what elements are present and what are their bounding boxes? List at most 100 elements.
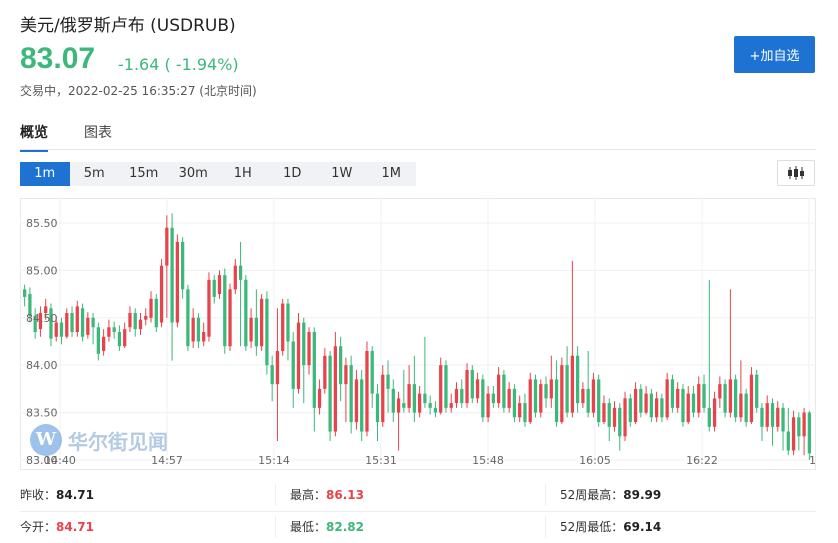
candle [175,234,179,328]
tab-chart[interactable]: 图表 [84,122,112,142]
candle [475,372,480,404]
candle-body [781,407,785,432]
period-30m[interactable]: 30m [169,162,219,186]
candle [191,308,195,349]
candle-body [354,379,359,423]
candle-body [681,388,685,423]
candle [170,213,174,361]
candle-body [317,388,322,408]
period-1h[interactable]: 1H [218,162,268,186]
candle-body [175,241,179,323]
candle-body [70,313,74,332]
candle [423,336,427,408]
candle [518,395,522,423]
current-price: 83.07 [20,42,96,75]
candle-body [655,398,659,418]
candle [744,388,748,427]
y-tick-label: 85.00 [26,264,58,277]
x-tick-label: 16:22 [686,454,718,467]
candle [107,319,111,342]
candle [354,369,359,430]
candle [212,275,216,304]
candle [649,388,653,423]
candle-body [497,374,501,404]
candle [217,270,222,299]
add-watchlist-button[interactable]: +加自选 [734,36,815,73]
candle [244,275,248,351]
candle [286,298,290,361]
period-1w[interactable]: 1W [317,162,367,186]
candle-body [723,384,727,413]
candle-body [649,393,653,418]
candle-body [586,388,590,413]
candle [333,332,337,437]
candle-body [576,355,580,404]
tab-overview[interactable]: 概览 [20,122,48,152]
candle [712,391,717,432]
candle-body [396,398,401,413]
candle-body [718,384,722,399]
candle-body [749,374,754,423]
candle-body [107,327,111,337]
candle-body [186,289,190,347]
candle-body [623,398,627,437]
candle [86,312,90,339]
candle [75,300,79,337]
stat-open: 今开：84.71 [20,520,94,534]
trade-status: 交易中，2022-02-25 16:35:27 (北京时间) [20,84,257,98]
candle-body [791,417,796,451]
period-15m[interactable]: 15m [119,162,169,186]
candle [396,391,401,451]
candle [523,393,527,427]
candle-body [475,379,480,399]
candle-body [533,379,538,413]
candle-body [149,298,153,318]
candle [439,357,443,415]
candle [776,401,780,432]
candle [655,391,659,423]
candle-body [96,327,100,354]
candle [676,382,680,413]
candle-body [528,379,532,423]
period-1mo[interactable]: 1M [367,162,417,186]
candle [755,369,759,413]
candle-body [291,341,295,389]
candle [497,367,501,408]
candle-body [639,388,643,413]
candle-body [59,322,64,337]
period-1m[interactable]: 1m [20,162,70,186]
candle [633,382,638,424]
candle [407,365,411,413]
candle [70,306,74,337]
candle-body [418,393,422,413]
candle-body [117,332,122,347]
candle-body [712,398,717,427]
candle-body [270,365,274,385]
candle [554,360,559,427]
candle [697,376,701,418]
candle [128,306,132,332]
candle [486,386,490,423]
candle [312,327,316,432]
candle-body [133,313,137,330]
period-5m[interactable]: 5m [70,162,120,186]
candle-body [428,403,432,408]
candle-body [91,317,95,328]
candle-body [539,384,543,413]
candle [618,403,622,451]
candle-body [170,227,174,323]
candle [781,403,785,451]
candle [507,382,511,413]
candle-body [102,336,106,351]
candle [797,412,801,451]
candle-body [702,384,706,408]
candle [165,215,169,318]
candle-body [138,319,143,330]
candle [154,294,158,332]
chart-type-button[interactable] [777,160,815,186]
period-1d[interactable]: 1D [268,162,318,186]
candle-body [159,265,164,323]
candle-body [228,289,232,347]
candle [202,322,206,347]
candle-body [739,393,743,418]
